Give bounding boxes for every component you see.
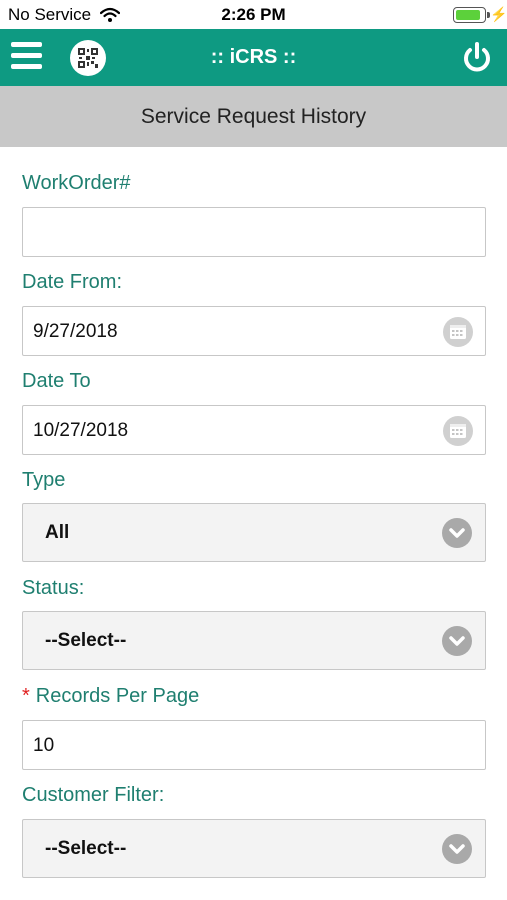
page-title: Service Request History xyxy=(140,104,367,128)
customer-filter-selected-value: --Select-- xyxy=(45,838,127,859)
chevron-down-icon xyxy=(442,834,472,864)
battery-level-fill xyxy=(456,10,481,20)
chevron-down-icon xyxy=(442,518,472,548)
battery-icon xyxy=(453,7,490,23)
status-label: Status: xyxy=(22,577,85,599)
page-header: Service Request History xyxy=(0,86,507,147)
date-to-value: 10/27/2018 xyxy=(33,420,129,441)
records-per-page-label: * Records Per Page xyxy=(22,685,199,708)
customer-filter-label: Customer Filter: xyxy=(22,784,165,806)
date-to-input[interactable]: 10/27/2018 xyxy=(22,405,486,455)
status-select[interactable]: --Select-- xyxy=(22,611,486,670)
status-selected-value: --Select-- xyxy=(45,630,127,651)
date-to-label: Date To xyxy=(22,370,91,392)
date-from-input[interactable]: 9/27/2018 xyxy=(22,306,486,356)
power-icon[interactable] xyxy=(460,41,494,75)
app-header-bar: :: iCRS :: xyxy=(0,29,507,86)
records-per-page-value: 10 xyxy=(33,735,55,756)
calendar-icon[interactable] xyxy=(443,317,473,347)
type-selected-value: All xyxy=(45,522,70,543)
required-marker: * xyxy=(22,685,30,707)
type-label: Type xyxy=(22,469,66,491)
date-from-label: Date From: xyxy=(22,271,123,293)
app-title: :: iCRS :: xyxy=(210,46,297,68)
clock-time: 2:26 PM xyxy=(221,5,286,24)
workorder-input[interactable] xyxy=(22,207,486,257)
records-per-page-label-text: Records Per Page xyxy=(35,685,200,707)
customer-filter-select[interactable]: --Select-- xyxy=(22,819,486,878)
records-per-page-input[interactable]: 10 xyxy=(22,720,486,770)
type-select[interactable]: All xyxy=(22,503,486,562)
charging-bolt-icon: ⚡ xyxy=(490,6,507,22)
workorder-label: WorkOrder# xyxy=(22,172,131,194)
calendar-icon[interactable] xyxy=(443,416,473,446)
date-from-value: 9/27/2018 xyxy=(33,321,118,342)
status-bar: No Service 2:26 PM ⚡ xyxy=(0,0,507,29)
chevron-down-icon xyxy=(442,626,472,656)
